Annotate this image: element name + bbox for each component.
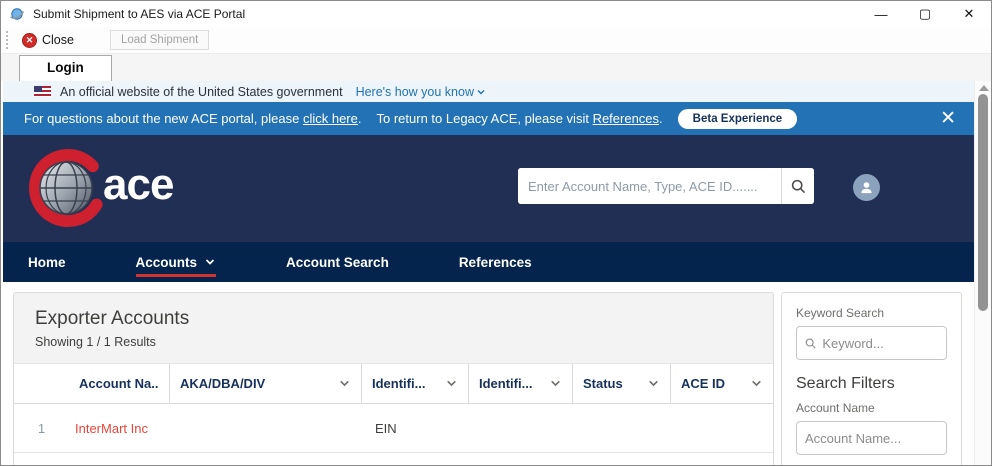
table-row: 1 InterMart Inc EIN <box>14 404 773 453</box>
scrollbar-up-arrow[interactable] <box>979 85 989 91</box>
search-icon <box>791 179 806 194</box>
minimize-button[interactable]: — <box>859 1 903 27</box>
click-here-link[interactable]: click here <box>303 111 358 126</box>
col-identifier-type[interactable]: Identifi... <box>361 364 468 403</box>
row-number: 1 <box>14 421 69 436</box>
chevron-down-icon[interactable] <box>750 377 763 390</box>
chevron-down-icon[interactable] <box>338 377 351 390</box>
global-search-input[interactable] <box>518 168 781 204</box>
cell-identifier-type: EIN <box>361 421 468 436</box>
chevron-down-icon <box>476 87 486 97</box>
page-title: Exporter Accounts <box>35 308 752 330</box>
references-link[interactable]: References <box>593 111 659 126</box>
card-header: Exporter Accounts Showing 1 / 1 Results <box>14 293 773 364</box>
how-you-know-link[interactable]: Here's how you know <box>356 85 486 99</box>
account-name-input[interactable] <box>805 431 938 446</box>
app-window: Submit Shipment to AES via ACE Portal — … <box>0 0 992 466</box>
chevron-down-icon[interactable] <box>445 377 458 390</box>
vertical-scrollbar[interactable] <box>974 81 991 466</box>
page-content: Exporter Accounts Showing 1 / 1 Results … <box>3 282 976 466</box>
search-icon <box>805 337 816 350</box>
gov-banner-text: An official website of the United States… <box>60 85 343 99</box>
notice-close-icon[interactable]: ✕ <box>940 109 956 128</box>
gov-banner: An official website of the United States… <box>3 81 976 102</box>
search-button[interactable] <box>781 168 814 204</box>
close-button[interactable]: ✕ Close <box>16 31 80 50</box>
account-name-link[interactable]: InterMart Inc <box>75 421 148 436</box>
nav-accounts[interactable]: Accounts <box>136 242 217 282</box>
tab-strip: Login <box>1 54 991 81</box>
notice-text-2: To return to Legacy ACE, please visit Re… <box>377 111 663 126</box>
nav-home[interactable]: Home <box>28 242 66 282</box>
app-globe-icon <box>9 6 25 22</box>
main-nav: Home Accounts Account Search References <box>3 242 976 282</box>
keyword-field-wrap <box>796 326 947 360</box>
account-name-field-wrap <box>796 421 947 455</box>
chevron-down-icon <box>204 256 216 268</box>
chevron-down-icon[interactable] <box>647 377 660 390</box>
window-close-button[interactable]: ✕ <box>947 1 991 27</box>
results-count: Showing 1 / 1 Results <box>35 335 752 349</box>
toolbar: ✕ Close Load Shipment <box>1 27 991 54</box>
col-account-name[interactable]: Account Na... <box>69 364 169 403</box>
user-avatar-button[interactable] <box>853 174 880 201</box>
search-filters-title: Search Filters <box>796 375 947 393</box>
col-status[interactable]: Status <box>572 364 670 403</box>
col-identifier[interactable]: Identifi... <box>468 364 572 403</box>
us-flag-icon <box>34 86 51 97</box>
col-aka-dba-div[interactable]: AKA/DBA/DIV <box>169 364 361 403</box>
keyword-input[interactable] <box>822 336 938 351</box>
close-x-icon: ✕ <box>22 33 37 48</box>
load-shipment-button[interactable]: Load Shipment <box>110 30 209 50</box>
account-name-label: Account Name <box>796 401 947 415</box>
col-ace-id[interactable]: ACE ID <box>670 364 773 403</box>
scrollbar-thumb[interactable] <box>978 94 988 311</box>
window-title: Submit Shipment to AES via ACE Portal <box>33 7 245 21</box>
maximize-button[interactable]: ▢ <box>903 1 947 27</box>
global-search <box>518 168 814 204</box>
chevron-down-icon[interactable] <box>549 377 562 390</box>
notice-text-1: For questions about the new ACE portal, … <box>24 111 362 126</box>
table-header-row: Account Na... AKA/DBA/DIV Identifi... Id… <box>14 364 773 404</box>
toolbar-grip <box>6 31 10 49</box>
search-sidebar: Keyword Search Search Filters Account Na… <box>781 292 962 466</box>
tab-login[interactable]: Login <box>19 55 112 81</box>
person-icon <box>859 180 874 195</box>
ace-logo-text: ace <box>103 160 173 210</box>
ace-logo: ace <box>21 144 173 232</box>
browser-viewport: An official website of the United States… <box>3 81 976 466</box>
nav-references[interactable]: References <box>459 242 532 282</box>
title-bar: Submit Shipment to AES via ACE Portal — … <box>1 1 991 27</box>
beta-experience-badge[interactable]: Beta Experience <box>678 109 798 129</box>
keyword-search-label: Keyword Search <box>796 306 947 320</box>
notice-bar: For questions about the new ACE portal, … <box>3 102 976 135</box>
nav-account-search[interactable]: Account Search <box>286 242 389 282</box>
col-row-number <box>14 364 69 403</box>
site-header: ace <box>3 135 976 242</box>
exporter-accounts-card: Exporter Accounts Showing 1 / 1 Results … <box>13 292 774 466</box>
